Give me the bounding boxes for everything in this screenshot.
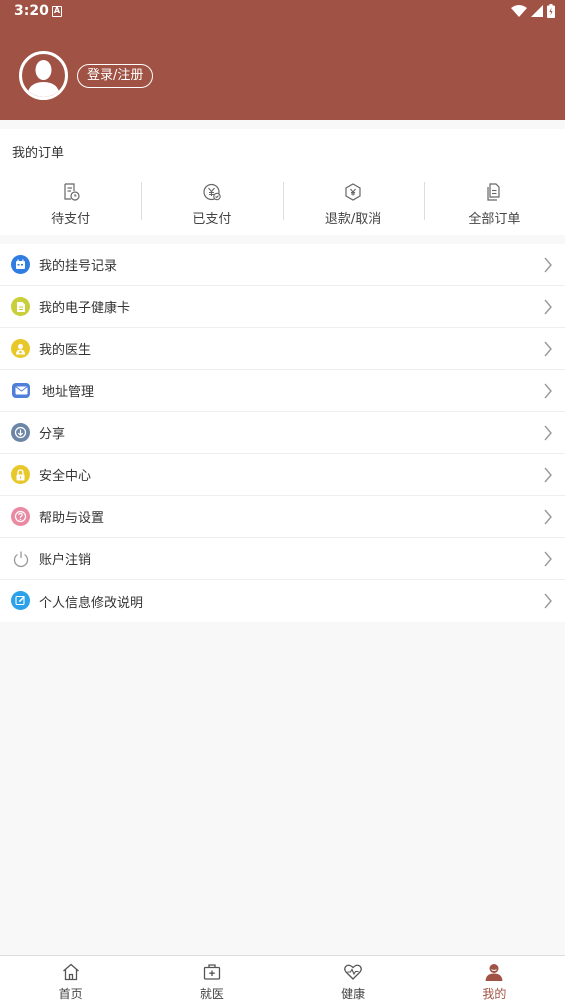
menu-label: 帮助与设置 [39, 511, 105, 526]
battery-icon [547, 4, 555, 18]
power-icon [11, 549, 30, 568]
avatar-silhouette-icon [27, 60, 60, 97]
menu-label: 我的电子健康卡 [39, 301, 131, 316]
chevron-right-icon [544, 467, 552, 483]
tab-label: 首页 [58, 987, 83, 1001]
share-icon [11, 423, 30, 442]
order-refund-cancel[interactable]: 退款/取消 [282, 173, 424, 235]
menu-item-health-card[interactable]: 我的电子健康卡 [0, 286, 565, 328]
menu-item-help-settings[interactable]: 帮助与设置 [0, 496, 565, 538]
doctor-icon [11, 339, 30, 358]
menu-item-share[interactable]: 分享 [0, 412, 565, 454]
pending-payment-icon [64, 183, 80, 201]
order-pending-payment[interactable]: 待支付 [0, 173, 141, 235]
menu-item-security-center[interactable]: 安全中心 [0, 454, 565, 496]
menu-list: 我的挂号记录 我的电子健康卡 我的医生 地址管理 分享 安全中心 帮助与设置 账… [0, 244, 565, 622]
status-icons [511, 4, 555, 18]
menu-item-my-doctor[interactable]: 我的医生 [0, 328, 565, 370]
menu-item-address-management[interactable]: 地址管理 [0, 370, 565, 412]
signal-icon [531, 5, 543, 17]
chevron-right-icon [544, 383, 552, 399]
help-icon [11, 507, 30, 526]
avatar[interactable] [19, 51, 68, 100]
refund-icon [345, 183, 361, 201]
user-icon [485, 964, 503, 981]
tab-label: 我的 [482, 987, 507, 1001]
chevron-right-icon [544, 551, 552, 567]
chevron-right-icon [544, 593, 552, 609]
menu-label: 地址管理 [42, 385, 95, 400]
menu-label: 账户注销 [39, 553, 92, 568]
notification-icon: A [52, 6, 62, 17]
tab-label: 就医 [199, 987, 224, 1001]
status-time: 3:20 [14, 3, 49, 19]
chevron-right-icon [544, 425, 552, 441]
order-label: 全部订单 [468, 212, 521, 227]
menu-label: 我的医生 [39, 343, 92, 358]
tab-medical[interactable]: 就医 [141, 956, 282, 1004]
lock-icon [11, 465, 30, 484]
calendar-icon [11, 255, 30, 274]
medical-kit-icon [203, 964, 221, 980]
document-icon [11, 297, 30, 316]
order-label: 已支付 [192, 212, 232, 227]
orders-title: 我的订单 [12, 146, 65, 161]
menu-item-personal-info-notice[interactable]: 个人信息修改说明 [0, 580, 565, 622]
paid-yen-icon [203, 183, 221, 201]
heart-pulse-icon [344, 964, 363, 980]
login-register-button[interactable]: 登录/注册 [77, 64, 154, 88]
order-paid[interactable]: 已支付 [141, 173, 282, 235]
tab-label: 健康 [341, 987, 366, 1001]
orders-row: 待支付 已支付 退款/取消 全部订单 [0, 173, 565, 235]
edit-icon [11, 591, 30, 610]
all-orders-icon [487, 183, 500, 201]
tab-health[interactable]: 健康 [283, 956, 424, 1004]
wifi-icon [511, 5, 527, 17]
menu-label: 安全中心 [39, 469, 92, 484]
menu-label: 分享 [39, 427, 66, 442]
order-label: 待支付 [51, 212, 91, 227]
menu-item-registration-records[interactable]: 我的挂号记录 [0, 244, 565, 286]
chevron-right-icon [544, 299, 552, 315]
chevron-right-icon [544, 509, 552, 525]
order-label: 退款/取消 [324, 212, 382, 227]
chevron-right-icon [544, 257, 552, 273]
tab-mine[interactable]: 我的 [424, 956, 565, 1004]
menu-label: 我的挂号记录 [39, 259, 118, 274]
chevron-right-icon [544, 341, 552, 357]
status-bar: 3:20 A [0, 0, 565, 24]
tab-home[interactable]: 首页 [0, 956, 141, 1004]
menu-item-account-deletion[interactable]: 账户注销 [0, 538, 565, 580]
menu-label: 个人信息修改说明 [39, 595, 144, 611]
bottom-tab-bar: 首页 就医 健康 我的 [0, 955, 565, 1004]
profile-header: 3:20 A 登录/注册 [0, 0, 565, 120]
my-orders-card: 我的订单 待支付 已支付 退款/取消 全部订单 [0, 129, 565, 235]
envelope-icon [12, 383, 30, 398]
order-all[interactable]: 全部订单 [423, 173, 565, 235]
home-icon [62, 963, 79, 981]
